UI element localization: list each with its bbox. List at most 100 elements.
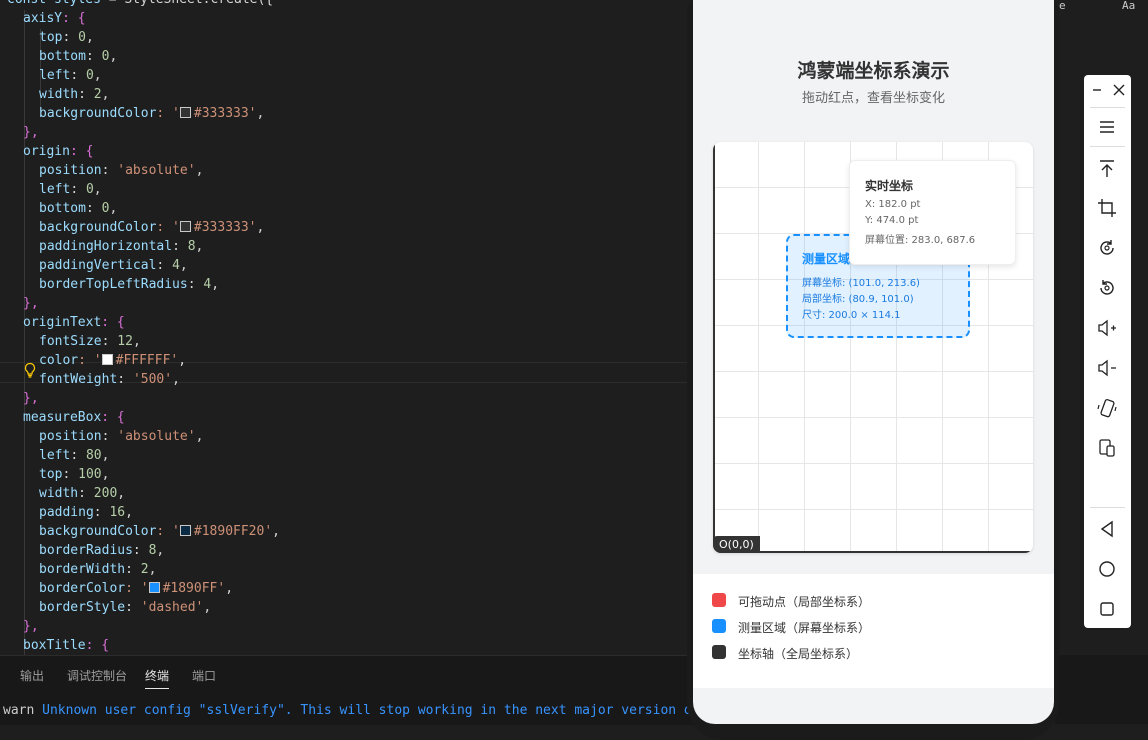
- measure-local-coords: 局部坐标: (80.9, 101.0): [802, 294, 914, 305]
- code-token: : ': [156, 524, 180, 539]
- tab-ports[interactable]: 端口: [192, 667, 216, 684]
- pin-top-icon[interactable]: [1096, 157, 1118, 179]
- axis-x: [713, 551, 1033, 553]
- code-token: 16: [109, 505, 126, 520]
- shake-icon[interactable]: [1096, 397, 1118, 419]
- code-token: ,: [272, 524, 280, 539]
- menu-icon[interactable]: [1096, 116, 1118, 138]
- code-token: ,: [109, 201, 118, 216]
- code-token: :: [132, 543, 149, 558]
- code-token: :: [187, 277, 204, 292]
- editor-topbar-right: e Aa: [1055, 0, 1148, 15]
- crop-icon[interactable]: [1096, 197, 1118, 219]
- code-token: : {: [69, 144, 94, 159]
- code-token: backgroundColor: [39, 220, 157, 235]
- code-line: borderColor: ' #1890FF',: [39, 579, 233, 598]
- measure-size: 尺寸: 200.0 × 114.1: [802, 310, 901, 321]
- code-line: measureBox: {: [23, 408, 125, 427]
- code-token: ,: [109, 49, 118, 64]
- code-token: 2: [93, 87, 102, 102]
- code-line: boxTitle: {: [23, 636, 109, 655]
- code-token: :: [172, 239, 188, 254]
- code-token: 0: [78, 30, 86, 45]
- warn-message: Unknown user config "sslVerify". This wi…: [34, 703, 739, 718]
- code-token: 0: [85, 68, 94, 83]
- code-token: 8: [187, 239, 196, 254]
- code-line: borderWidth: 2,: [39, 560, 156, 579]
- code-token: originText: [23, 315, 102, 330]
- code-token: paddingVertical: [39, 258, 157, 273]
- code-token: :: [62, 467, 79, 482]
- code-token: :: [156, 258, 173, 273]
- code-token: },: [23, 296, 39, 311]
- code-token: 12: [117, 334, 133, 349]
- code-token: : ': [125, 581, 149, 596]
- legend-swatch-red: [712, 593, 726, 607]
- code-token: ,: [85, 30, 94, 45]
- legend-label: 坐标轴（全局坐标系）: [738, 647, 859, 661]
- code-token: :: [125, 562, 141, 577]
- legend-label: 测量区域（屏幕坐标系）: [738, 621, 871, 635]
- lightbulb-icon[interactable]: [23, 362, 37, 378]
- indent-guide: [24, 10, 25, 655]
- code-token: #333333': [193, 220, 257, 235]
- volume-up-icon[interactable]: [1096, 317, 1118, 339]
- code-token: ,: [195, 429, 204, 444]
- code-token: :: [101, 429, 118, 444]
- color-swatch[interactable]: [179, 107, 191, 118]
- measure-screen-coords: 屏幕坐标: (101.0, 213.6): [802, 278, 920, 289]
- tooltip-x: X: 182.0 pt: [865, 199, 921, 210]
- code-token: ,: [148, 562, 157, 577]
- code-editor[interactable]: const styles = StyleSheet.create({axisY:…: [0, 0, 700, 655]
- code-token: ,: [195, 239, 204, 254]
- code-line: },: [23, 617, 39, 636]
- code-token: ,: [125, 505, 133, 520]
- match-case-toggle[interactable]: Aa: [1122, 0, 1135, 12]
- toolbar-divider: [1090, 107, 1125, 108]
- home-icon[interactable]: [1096, 558, 1118, 580]
- tab-debug-console[interactable]: 调试控制台: [67, 667, 127, 684]
- code-token: :: [101, 334, 118, 349]
- color-swatch[interactable]: [148, 582, 160, 593]
- code-token: :: [70, 448, 86, 463]
- code-token: left: [39, 448, 71, 463]
- code-line: origin: {: [23, 142, 93, 161]
- code-token: ,: [101, 87, 110, 102]
- coordinate-canvas[interactable]: O(0,0) 测量区域 屏幕坐标: (101.0, 213.6) 局部坐标: (…: [713, 142, 1033, 553]
- tab-terminal[interactable]: 终端: [145, 667, 170, 689]
- warn-prefix: warn: [3, 703, 35, 718]
- rotate-icon[interactable]: [1096, 237, 1118, 259]
- screenshot-icon[interactable]: [1096, 277, 1118, 299]
- recents-icon[interactable]: [1096, 598, 1118, 620]
- code-line: left: 0,: [39, 66, 102, 85]
- code-token: : {: [85, 638, 110, 653]
- code-line: left: 80,: [39, 446, 109, 465]
- color-swatch[interactable]: [179, 525, 191, 536]
- code-line: position: 'absolute',: [39, 161, 203, 180]
- code-token: ,: [225, 581, 234, 596]
- multi-screen-icon[interactable]: [1096, 437, 1118, 459]
- code-line: fontSize: 12,: [39, 332, 141, 351]
- code-token: padding: [39, 505, 94, 520]
- tab-output[interactable]: 输出: [20, 667, 44, 684]
- minimize-icon[interactable]: [1088, 79, 1106, 101]
- code-line: borderRadius: 8,: [39, 541, 164, 560]
- code-line: paddingHorizontal: 8,: [39, 237, 203, 256]
- code-token: bottom: [39, 201, 86, 216]
- color-swatch[interactable]: [101, 354, 113, 365]
- close-icon[interactable]: [1110, 79, 1128, 101]
- code-line: },: [23, 389, 39, 408]
- code-token: :: [117, 372, 133, 387]
- back-icon[interactable]: [1096, 518, 1118, 540]
- code-token: backgroundColor: [39, 106, 157, 121]
- topbar-e-label: e: [1059, 0, 1066, 12]
- bottom-panel: 输出 调试控制台 终端 端口 warn Unknown user config …: [0, 655, 739, 725]
- code-token: : ': [156, 220, 180, 235]
- volume-down-icon[interactable]: [1096, 357, 1118, 379]
- code-token: 0: [85, 182, 94, 197]
- code-token: borderStyle: [39, 600, 126, 615]
- legend-label: 可拖动点（局部坐标系）: [738, 595, 871, 609]
- code-line: padding: 16,: [39, 503, 133, 522]
- code-line: backgroundColor: ' #333333',: [39, 104, 264, 123]
- color-swatch[interactable]: [179, 221, 191, 232]
